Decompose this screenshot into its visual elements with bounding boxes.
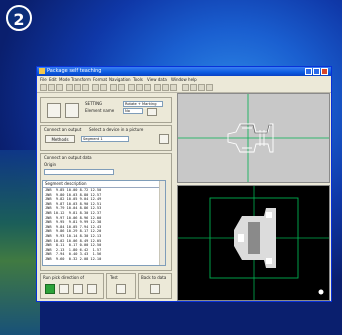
- run-icon[interactable]: [162, 84, 169, 91]
- list-scrollbar[interactable]: [159, 181, 165, 265]
- app-icon: [39, 68, 45, 74]
- element-name-label: Element name: [85, 108, 115, 113]
- move-icon[interactable]: [136, 84, 143, 91]
- stop-icon[interactable]: [170, 84, 177, 91]
- menu-transform[interactable]: Transform: [71, 76, 91, 83]
- camera-viewport[interactable]: [177, 185, 330, 301]
- zoom-fit-icon[interactable]: [198, 84, 205, 91]
- menu-edit[interactable]: Edit: [49, 76, 57, 83]
- origin-label: Origin: [44, 162, 57, 167]
- segment-select[interactable]: Segment 1: [81, 136, 129, 142]
- copy-icon[interactable]: [74, 84, 81, 91]
- menu-view-data[interactable]: View data: [147, 76, 167, 83]
- menu-file[interactable]: File: [40, 76, 47, 83]
- save-label: Back to data: [141, 275, 167, 280]
- title-bar[interactable]: Package self teaching: [37, 67, 331, 76]
- menu-window-help[interactable]: Window help: [171, 76, 197, 83]
- wireframe-viewport[interactable]: [177, 93, 330, 183]
- tool-b-button[interactable]: [65, 103, 79, 118]
- grid-icon[interactable]: [118, 84, 125, 91]
- select-icon[interactable]: [128, 84, 135, 91]
- settings-group: SETTING Element name Rotate + Marking No: [40, 97, 172, 123]
- redo-icon[interactable]: [100, 84, 107, 91]
- segment-list[interactable]: Segment description JNB 9.85 10.00 8.72 …: [42, 180, 166, 266]
- test-label: Test: [110, 275, 118, 280]
- undo-icon[interactable]: [92, 84, 99, 91]
- zoom-in-icon[interactable]: [182, 84, 189, 91]
- maximize-button[interactable]: [313, 68, 320, 75]
- output-data-label: Connect an output data: [44, 155, 92, 160]
- desktop-background-accent: [0, 150, 40, 335]
- output-group: Connect an output Select a device in a p…: [40, 125, 172, 151]
- minimize-button[interactable]: [305, 68, 312, 75]
- apply-icon[interactable]: [147, 108, 157, 116]
- rotate-icon[interactable]: [144, 84, 151, 91]
- window-title: Package self teaching: [47, 68, 102, 74]
- measure-icon[interactable]: [154, 84, 161, 91]
- settings-icon[interactable]: [110, 84, 117, 91]
- close-button[interactable]: [321, 68, 328, 75]
- application-window: Package self teaching File Edit Mode Tra…: [36, 66, 332, 302]
- source-label: Select a device in a picture: [89, 127, 144, 132]
- origin-field[interactable]: [44, 169, 114, 175]
- menu-navigation[interactable]: Navigation: [109, 76, 131, 83]
- menu-bar: File Edit Mode Transform Format Navigati…: [37, 76, 331, 83]
- open-icon[interactable]: [48, 84, 55, 91]
- step-number-badge: 2: [6, 5, 32, 31]
- pick-c-button[interactable]: [87, 284, 97, 294]
- mode-select[interactable]: Rotate + Marking: [123, 101, 163, 107]
- segment-list-header: Segment description: [43, 181, 165, 188]
- methods-button[interactable]: Methods: [45, 135, 75, 143]
- menu-mode[interactable]: Mode: [59, 76, 70, 83]
- add-segment-icon[interactable]: [159, 134, 169, 144]
- toolbar: [37, 83, 331, 93]
- save-icon[interactable]: [56, 84, 63, 91]
- pick-b-button[interactable]: [73, 284, 83, 294]
- run-button[interactable]: [45, 284, 55, 294]
- element-select[interactable]: No: [123, 108, 143, 114]
- save-data-button[interactable]: [150, 284, 160, 294]
- menu-format[interactable]: Format: [93, 76, 107, 83]
- new-icon[interactable]: [40, 84, 47, 91]
- zoom-out-icon[interactable]: [190, 84, 197, 91]
- menu-tools[interactable]: Tools: [133, 76, 143, 83]
- wireframe-drawing: [178, 94, 329, 182]
- run-group: Run pick direction of: [40, 273, 104, 299]
- setting-section-label: SETTING: [85, 101, 103, 106]
- pick-a-button[interactable]: [59, 284, 69, 294]
- camera-image: [178, 186, 329, 300]
- control-panel: SETTING Element name Rotate + Marking No…: [38, 93, 175, 301]
- run-group-label: Run pick direction of: [43, 275, 85, 280]
- save-group: Back to data: [138, 273, 172, 299]
- paste-icon[interactable]: [82, 84, 89, 91]
- list-item[interactable]: JNB 9.60 0.32 2.08 12.10: [43, 257, 165, 262]
- pan-icon[interactable]: [206, 84, 213, 91]
- cut-icon[interactable]: [66, 84, 73, 91]
- output-label: Connect an output: [44, 127, 82, 132]
- tool-a-button[interactable]: [47, 103, 61, 118]
- test-button[interactable]: [116, 284, 126, 294]
- test-group: Test: [106, 273, 136, 299]
